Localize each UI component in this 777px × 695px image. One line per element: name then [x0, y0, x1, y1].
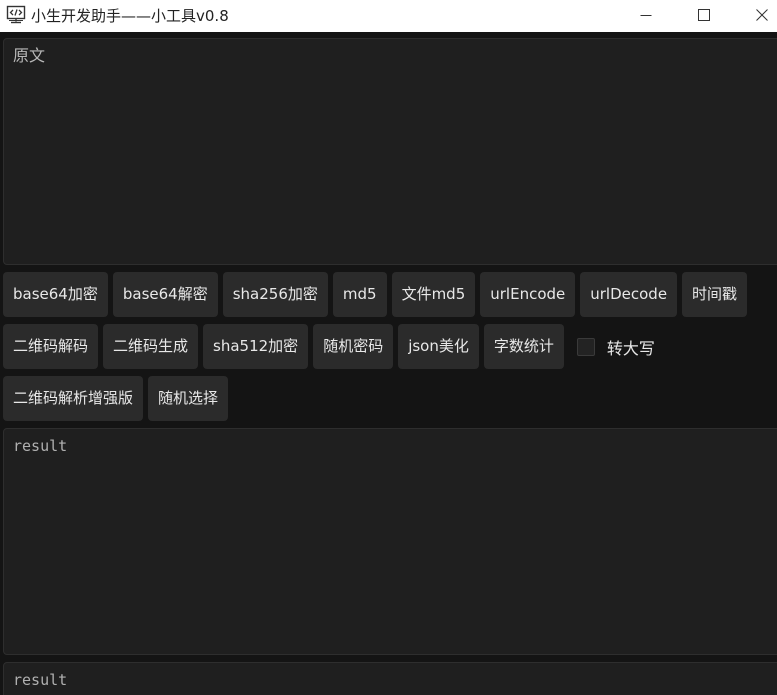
qr-decode-button[interactable]: 二维码解码 [3, 324, 99, 369]
uppercase-label: 转大写 [606, 338, 655, 358]
tool-row-3: 二维码解析增强版 随机选择 [3, 376, 229, 421]
maximize-button[interactable] [681, 0, 727, 30]
app-window: 小生开发助手——小工具v0.8 原文 base64加密 base64解密 sha… [0, 0, 777, 695]
file-md5-button[interactable]: 文件md5 [391, 272, 476, 317]
md5-button[interactable]: md5 [332, 272, 387, 317]
random-choice-button[interactable]: 随机选择 [148, 376, 229, 421]
result-textarea-1[interactable]: result [3, 428, 777, 655]
random-password-button[interactable]: 随机密码 [313, 324, 394, 369]
minimize-button[interactable] [623, 0, 669, 30]
result-textarea-2[interactable]: result [3, 662, 777, 695]
result-placeholder-1: result [13, 437, 68, 455]
close-button[interactable] [739, 0, 777, 30]
title-bar[interactable]: 小生开发助手——小工具v0.8 [0, 0, 777, 32]
json-beautify-button[interactable]: json美化 [398, 324, 479, 369]
code-monitor-icon [6, 5, 26, 24]
url-encode-button[interactable]: urlEncode [480, 272, 576, 317]
source-placeholder: 原文 [13, 46, 46, 65]
timestamp-button[interactable]: 时间戳 [682, 272, 748, 317]
word-count-button[interactable]: 字数统计 [483, 324, 564, 369]
base64-decode-button[interactable]: base64解密 [112, 272, 218, 317]
sha512-encrypt-button[interactable]: sha512加密 [203, 324, 309, 369]
qr-generate-button[interactable]: 二维码生成 [103, 324, 199, 369]
sha256-encrypt-button[interactable]: sha256加密 [222, 272, 328, 317]
base64-encode-button[interactable]: base64加密 [3, 272, 108, 317]
tool-row-2: 二维码解码 二维码生成 sha512加密 随机密码 json美化 字数统计 转大… [3, 324, 655, 369]
uppercase-toggle[interactable]: 转大写 [576, 324, 655, 369]
maximize-icon [698, 9, 710, 21]
close-icon [756, 9, 768, 21]
uppercase-checkbox[interactable] [576, 337, 595, 356]
qr-parse-enhanced-button[interactable]: 二维码解析增强版 [3, 376, 144, 421]
result-placeholder-2: result [13, 671, 68, 689]
source-textarea[interactable]: 原文 [3, 38, 777, 265]
url-decode-button[interactable]: urlDecode [580, 272, 678, 317]
window-title: 小生开发助手——小工具v0.8 [31, 7, 229, 25]
minimize-icon [640, 15, 652, 16]
tool-row-1: base64加密 base64解密 sha256加密 md5 文件md5 url… [3, 272, 748, 317]
